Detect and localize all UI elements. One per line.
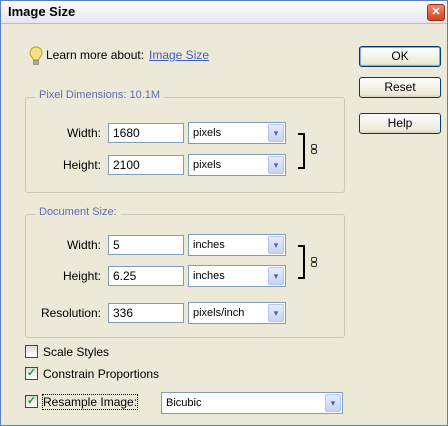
learn-more-label: Learn more about: xyxy=(46,48,145,62)
resolution-unit-select[interactable]: pixels/inch ▾ xyxy=(188,302,286,324)
chevron-down-icon[interactable]: ▾ xyxy=(268,124,284,142)
pixel-dimensions-group xyxy=(25,97,345,193)
pixel-width-label: Width: xyxy=(66,126,101,140)
document-width-label: Width: xyxy=(66,238,101,252)
pixel-width-unit-select[interactable]: pixels ▾ xyxy=(188,122,286,144)
pixel-height-unit-value: pixels xyxy=(193,159,222,171)
chevron-down-icon[interactable]: ▾ xyxy=(268,236,284,254)
document-height-unit-value: inches xyxy=(193,270,225,282)
chain-link-icon xyxy=(311,257,317,267)
chain-link-icon xyxy=(311,144,317,154)
document-width-unit-value: inches xyxy=(193,239,225,251)
pixel-height-unit-select[interactable]: pixels ▾ xyxy=(188,154,286,176)
resample-method-select[interactable]: Bicubic ▾ xyxy=(161,392,343,414)
title-bar: Image Size ✕ xyxy=(1,1,447,24)
image-size-dialog: Image Size ✕ Learn more about: Image Siz… xyxy=(0,0,448,426)
constrain-proportions-checkbox[interactable]: ✓ xyxy=(25,367,38,380)
scale-styles-label[interactable]: Scale Styles xyxy=(43,345,109,359)
scale-styles-checkbox[interactable] xyxy=(25,345,38,358)
lightbulb-icon xyxy=(29,46,43,65)
pixel-height-input[interactable]: 2100 xyxy=(108,155,184,175)
learn-more-link[interactable]: Image Size xyxy=(149,48,209,62)
document-link-bracket xyxy=(298,245,305,279)
close-icon[interactable]: ✕ xyxy=(427,4,445,21)
document-height-unit-select[interactable]: inches ▾ xyxy=(188,265,286,287)
pixel-width-input[interactable]: 1680 xyxy=(108,123,184,143)
chevron-down-icon[interactable]: ▾ xyxy=(268,304,284,322)
pixel-height-label: Height: xyxy=(62,158,101,172)
reset-button[interactable]: Reset xyxy=(359,77,441,98)
resample-method-value: Bicubic xyxy=(166,397,202,409)
chevron-down-icon[interactable]: ▾ xyxy=(268,156,284,174)
resolution-unit-value: pixels/inch xyxy=(193,307,245,319)
document-width-input[interactable]: 5 xyxy=(108,235,184,255)
pixel-width-unit-value: pixels xyxy=(193,127,222,139)
ok-button[interactable]: OK xyxy=(359,46,441,67)
document-width-unit-select[interactable]: inches ▾ xyxy=(188,234,286,256)
pixel-link-bracket xyxy=(298,133,305,169)
document-height-label: Height: xyxy=(62,269,101,283)
document-height-input[interactable]: 6.25 xyxy=(108,266,184,286)
resample-image-checkbox[interactable]: ✓ xyxy=(25,395,38,408)
help-button[interactable]: Help xyxy=(359,113,441,134)
chevron-down-icon[interactable]: ▾ xyxy=(268,267,284,285)
chevron-down-icon[interactable]: ▾ xyxy=(325,394,341,412)
resolution-label: Resolution: xyxy=(40,306,101,320)
resolution-input[interactable]: 336 xyxy=(108,303,184,323)
document-size-title: Document Size: xyxy=(35,206,121,218)
pixel-dimensions-title: Pixel Dimensions: 10.1M xyxy=(35,89,165,101)
resample-image-label[interactable]: Resample Image: xyxy=(41,394,139,410)
constrain-proportions-label[interactable]: Constrain Proportions xyxy=(43,367,159,381)
dialog-title: Image Size xyxy=(8,4,76,19)
